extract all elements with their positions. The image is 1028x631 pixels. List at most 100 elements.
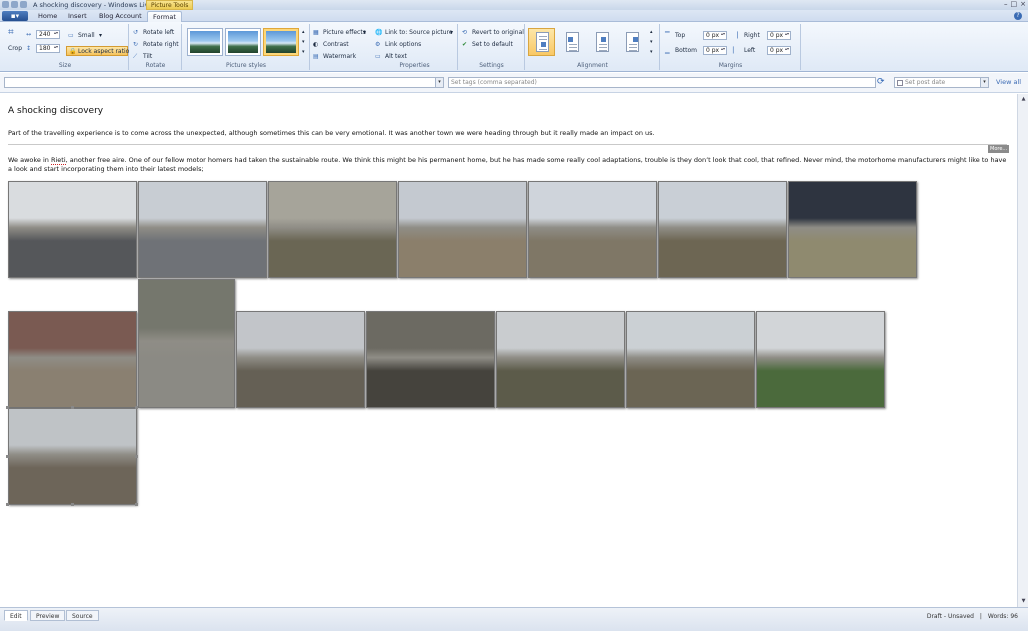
tab-home[interactable]: Home — [33, 11, 62, 22]
gallery-down-icon[interactable]: ▾ — [650, 39, 653, 45]
photo-ruins-with-pots[interactable] — [496, 311, 625, 408]
picture-styles-group: ▴ ▾ ▾ Picture styles — [183, 24, 310, 70]
photo-wet-street-buildings[interactable] — [138, 181, 267, 278]
tab-blog-account[interactable]: Blog Account — [94, 11, 147, 22]
margin-left-input[interactable]: 0 px — [767, 46, 791, 55]
link-options-button[interactable]: Link options — [385, 41, 421, 48]
resize-handle[interactable] — [6, 406, 9, 409]
width-input[interactable]: 240 — [36, 30, 60, 39]
photo-motorhome-in-car-park[interactable] — [8, 181, 137, 278]
resize-handle[interactable] — [135, 454, 138, 458]
photo-column-and-dome[interactable] — [8, 408, 137, 505]
chevron-down-icon[interactable]: ▾ — [450, 29, 453, 36]
crop-icon[interactable]: ⌗ — [8, 27, 14, 38]
gallery-up-icon[interactable]: ▴ — [650, 29, 653, 35]
picture-style-2[interactable] — [225, 28, 261, 56]
tab-preview[interactable]: Preview — [30, 610, 66, 621]
tab-source[interactable]: Source — [66, 610, 99, 621]
close-icon[interactable]: × — [1020, 0, 1026, 8]
margin-right-input[interactable]: 0 px — [767, 31, 791, 40]
align-center-button[interactable] — [588, 28, 615, 56]
crop-button[interactable]: Crop — [8, 45, 22, 52]
align-left-button[interactable] — [558, 28, 585, 56]
gallery-up-icon[interactable]: ▴ — [302, 29, 305, 35]
rotate-right-button[interactable]: Rotate right — [143, 41, 179, 48]
photo-fresco-wall[interactable] — [788, 181, 917, 278]
resize-handle[interactable] — [135, 503, 138, 506]
chevron-down-icon[interactable]: ▾ — [99, 32, 102, 39]
contrast-button[interactable]: Contrast — [323, 41, 349, 48]
resize-handle[interactable] — [6, 454, 9, 458]
photo-stone-room-interior[interactable] — [138, 279, 235, 408]
margin-bottom-icon: ▁ — [665, 47, 670, 54]
watermark-button[interactable]: Watermark — [323, 53, 356, 60]
align-none-button[interactable] — [528, 28, 555, 56]
scroll-up-icon[interactable]: ▲ — [1020, 96, 1027, 103]
undo-icon[interactable] — [11, 1, 18, 8]
vertical-scrollbar[interactable]: ▲ ▼ — [1017, 94, 1028, 607]
size-preset-dropdown[interactable]: Small — [78, 32, 95, 39]
photo-white-house-dirt-yard[interactable] — [398, 181, 527, 278]
save-icon[interactable] — [2, 1, 9, 8]
gallery-down-icon[interactable]: ▾ — [302, 39, 305, 45]
minimize-icon[interactable]: – — [1004, 0, 1008, 8]
resize-handle[interactable] — [70, 503, 74, 506]
chevron-down-icon[interactable]: ▾ — [363, 29, 366, 36]
photo-ruined-street-walls[interactable] — [236, 311, 365, 408]
tab-format[interactable]: Format — [147, 11, 182, 22]
scroll-down-icon[interactable]: ▼ — [1020, 598, 1027, 605]
revert-icon: ⟲ — [462, 29, 468, 36]
gallery-more-icon[interactable]: ▾ — [650, 49, 653, 55]
picture-effects-icon: ▦ — [313, 29, 319, 36]
refresh-icon[interactable]: ⟳ — [877, 77, 887, 87]
post-body-paragraph[interactable]: We awoke in Rieti, another free aire. On… — [8, 156, 1008, 174]
alignment-group: ▴ ▾ ▾ Alignment — [526, 24, 660, 70]
resize-handle[interactable] — [6, 503, 9, 506]
tab-edit[interactable]: Edit — [4, 610, 28, 621]
help-icon[interactable]: ? — [1014, 12, 1022, 20]
post-intro-paragraph[interactable]: Part of the travelling experience is to … — [8, 129, 655, 137]
resize-handle[interactable] — [135, 406, 138, 409]
photo-wall-with-urns[interactable] — [626, 311, 755, 408]
height-input[interactable]: 180 — [36, 44, 60, 53]
photo-ruins-with-person[interactable] — [658, 181, 787, 278]
margin-top-input[interactable]: 0 px — [703, 31, 727, 40]
picture-effects-button[interactable]: Picture effects — [323, 29, 366, 36]
post-title[interactable]: A shocking discovery — [8, 106, 103, 116]
align-right-button[interactable] — [618, 28, 645, 56]
link-to-dropdown[interactable]: Link to: Source picture — [385, 29, 453, 36]
picture-style-1[interactable] — [187, 28, 223, 56]
post-date-field[interactable]: Set post date ▾ — [894, 77, 989, 88]
rotate-left-icon: ↺ — [133, 29, 139, 36]
photo-red-arch-fresco[interactable] — [8, 311, 137, 408]
view-all-link[interactable]: View all — [996, 78, 1021, 86]
rotate-left-button[interactable]: Rotate left — [143, 29, 174, 36]
settings-group-label: Settings — [479, 62, 504, 69]
revert-to-original-button[interactable]: Revert to original — [472, 29, 524, 36]
photo-pile-of-rubbish-bags[interactable] — [268, 181, 397, 278]
application-menu-button[interactable]: ▪▾ — [2, 11, 28, 21]
resize-handle[interactable] — [70, 406, 74, 409]
category-dropdown[interactable]: ▾ — [4, 77, 444, 88]
tilt-button[interactable]: Tilt — [143, 53, 152, 60]
chevron-down-icon[interactable]: ▾ — [980, 78, 988, 87]
photo-green-courtyard-ruins[interactable] — [756, 311, 885, 408]
lock-aspect-ratio-button[interactable]: 🔒 Lock aspect ratio — [66, 46, 129, 56]
alt-text-button[interactable]: Alt text — [385, 53, 407, 60]
tags-input[interactable]: Set tags (comma separated) — [448, 77, 876, 88]
post-date-checkbox[interactable] — [897, 80, 903, 86]
photo-derelict-houses[interactable] — [528, 181, 657, 278]
height-icon: ↕ — [26, 45, 32, 52]
status-separator: | — [979, 613, 982, 620]
photo-stone-tunnel[interactable] — [366, 311, 495, 408]
set-to-default-button[interactable]: Set to default — [472, 41, 513, 48]
gallery-more-icon[interactable]: ▾ — [302, 49, 305, 55]
customize-icon[interactable] — [20, 1, 27, 8]
chevron-down-icon[interactable]: ▾ — [435, 78, 443, 87]
rotate-group-label: Rotate — [145, 62, 166, 69]
maximize-icon[interactable]: □ — [1011, 0, 1018, 8]
editor-canvas[interactable]: A shocking discovery Part of the travell… — [0, 94, 1017, 607]
picture-style-3[interactable] — [263, 28, 299, 56]
margin-bottom-input[interactable]: 0 px — [703, 46, 727, 55]
tab-insert[interactable]: Insert — [63, 11, 92, 22]
